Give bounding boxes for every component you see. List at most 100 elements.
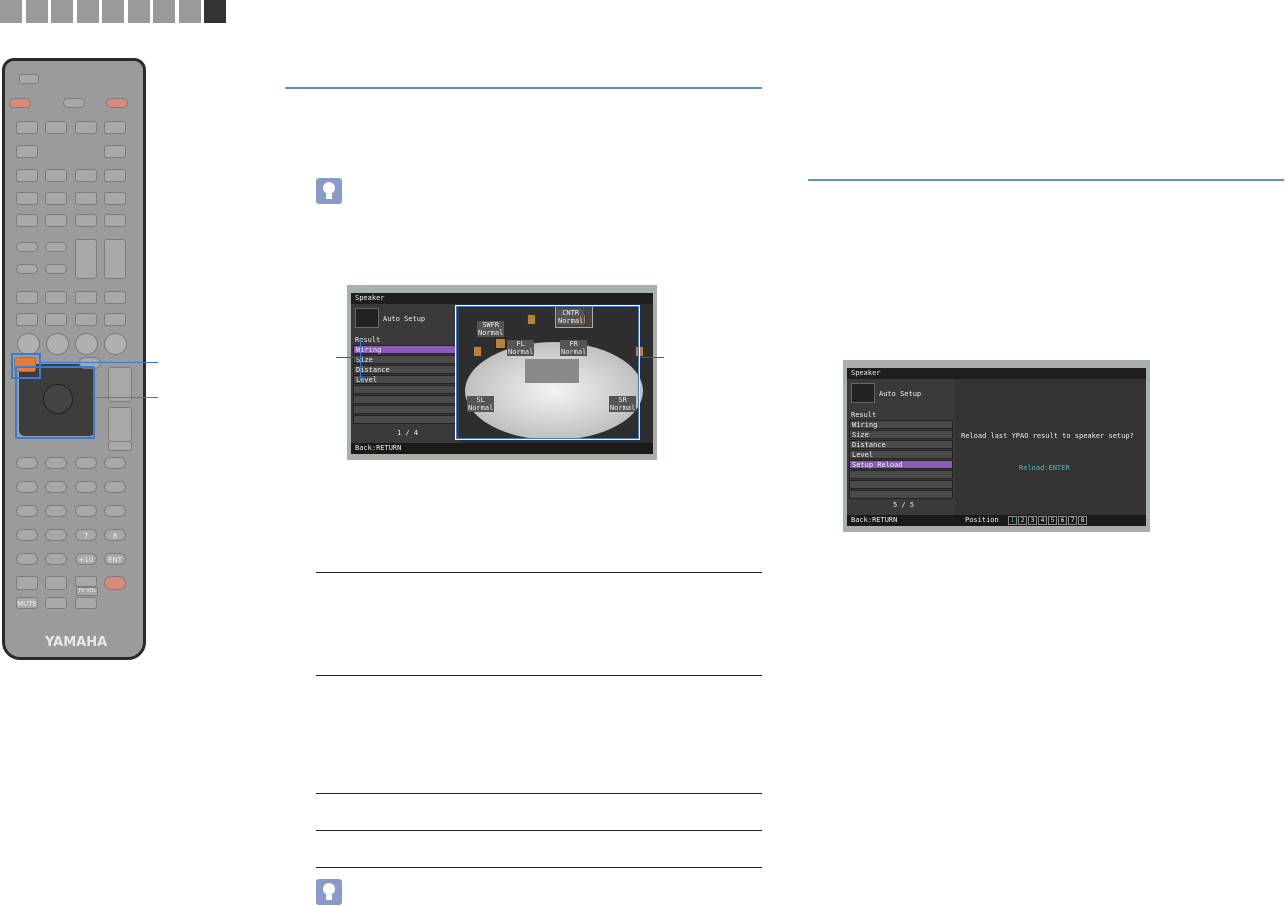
nav-tab[interactable] [0, 0, 22, 23]
remote-button [104, 145, 126, 158]
section-rule [808, 179, 1284, 181]
cursor-keys-highlight [15, 366, 95, 439]
remote-button [75, 214, 97, 227]
position-number: 6 [1058, 515, 1067, 525]
menu-item [849, 470, 953, 479]
position-number: 4 [1038, 515, 1047, 525]
remote-button [104, 214, 126, 227]
remote-button [17, 333, 40, 355]
reload-message: Reload last YPAO result to speaker setup… [961, 432, 1134, 440]
remote-button [108, 441, 132, 451]
remote-button [16, 313, 38, 326]
remote-button [45, 553, 67, 565]
menu-item: Wiring [353, 345, 457, 354]
nav-tab[interactable] [127, 0, 150, 23]
nav-tab[interactable] [51, 0, 73, 23]
remote-button [16, 242, 38, 252]
remote-button [16, 214, 38, 227]
result-menu: Wiring Size Distance Level [353, 345, 457, 425]
remote-button [75, 457, 97, 469]
remote-button [75, 239, 97, 279]
remote-button [45, 505, 67, 517]
menu-item: Setup Reload [849, 460, 953, 469]
table-rule [316, 572, 762, 573]
diagram-highlight [455, 305, 640, 440]
remote-button [45, 264, 67, 274]
hint-icon [316, 178, 342, 204]
remote-button: 8 [104, 529, 126, 541]
nav-tab[interactable] [76, 0, 99, 23]
remote-button: 7 [75, 529, 97, 541]
remote-button [45, 597, 67, 609]
remote-button [104, 169, 126, 182]
remote-button [104, 291, 126, 304]
auto-setup-icon [851, 383, 875, 403]
position-number: 1 [1008, 515, 1017, 525]
screen-section: Result [355, 336, 381, 344]
screen-footer: Back:RETURN [351, 443, 653, 454]
menu-item: Wiring [849, 420, 953, 429]
remote-button [75, 333, 98, 355]
remote-button [75, 313, 97, 326]
remote-button [45, 192, 67, 205]
remote-button [75, 576, 97, 587]
nav-tab[interactable] [153, 0, 175, 23]
remote-button [104, 192, 126, 205]
reload-action: Reload:ENTER [1019, 464, 1070, 472]
remote-button: +10 [75, 553, 97, 565]
page-indicator: 1 / 4 [397, 429, 419, 437]
menu-item [849, 480, 953, 489]
remote-button [16, 481, 38, 493]
menu-item: Distance [849, 440, 953, 449]
remote-button [16, 505, 38, 517]
menu-item [353, 395, 457, 404]
remote-button [104, 481, 126, 493]
tv-volume-label: TV VOL [76, 587, 99, 596]
remote-button [16, 264, 38, 274]
remote-button [45, 121, 67, 134]
position-number: 2 [1018, 515, 1027, 525]
remote-button [16, 553, 38, 565]
remote-button [45, 481, 67, 493]
remote-button [45, 529, 67, 541]
screen-heading: Auto Setup [879, 390, 922, 398]
remote-button [16, 169, 38, 182]
screen-title: Speaker [847, 368, 1146, 379]
remote-button [16, 145, 38, 158]
menu-item: Size [353, 355, 457, 364]
result-menu: Wiring Size Distance Level Setup Reload [849, 420, 953, 500]
remote-button [16, 529, 38, 541]
remote-button [45, 457, 67, 469]
remote-button [16, 121, 38, 134]
remote-button [45, 313, 67, 326]
remote-button [16, 192, 38, 205]
remote-button [75, 505, 97, 517]
screen-title: Speaker [351, 293, 653, 304]
remote-button [104, 121, 126, 134]
position-number: 8 [1078, 515, 1087, 525]
menu-item: Distance [353, 365, 457, 374]
table-rule [316, 867, 762, 868]
screen-section: Result [851, 411, 877, 419]
table-rule [316, 793, 762, 794]
remote-button [75, 169, 97, 182]
remote-button [75, 597, 97, 609]
remote-button [104, 457, 126, 469]
callout-line [336, 357, 360, 358]
remote-button [75, 481, 97, 493]
nav-tab[interactable] [25, 0, 48, 23]
position-number: 7 [1068, 515, 1077, 525]
remote-button: ENT [104, 553, 126, 565]
nav-tab[interactable] [204, 0, 226, 23]
nav-tab[interactable] [102, 0, 124, 23]
menu-item: Size [849, 430, 953, 439]
yamaha-logo: YAMAHA [45, 635, 108, 650]
nav-tab[interactable] [178, 0, 201, 23]
remote-button [45, 214, 67, 227]
remote-button: MUTE [16, 597, 38, 609]
remote-button [63, 98, 85, 108]
remote-button [9, 98, 31, 108]
remote-button [104, 505, 126, 517]
remote-button [16, 457, 38, 469]
callout-line [640, 357, 664, 358]
